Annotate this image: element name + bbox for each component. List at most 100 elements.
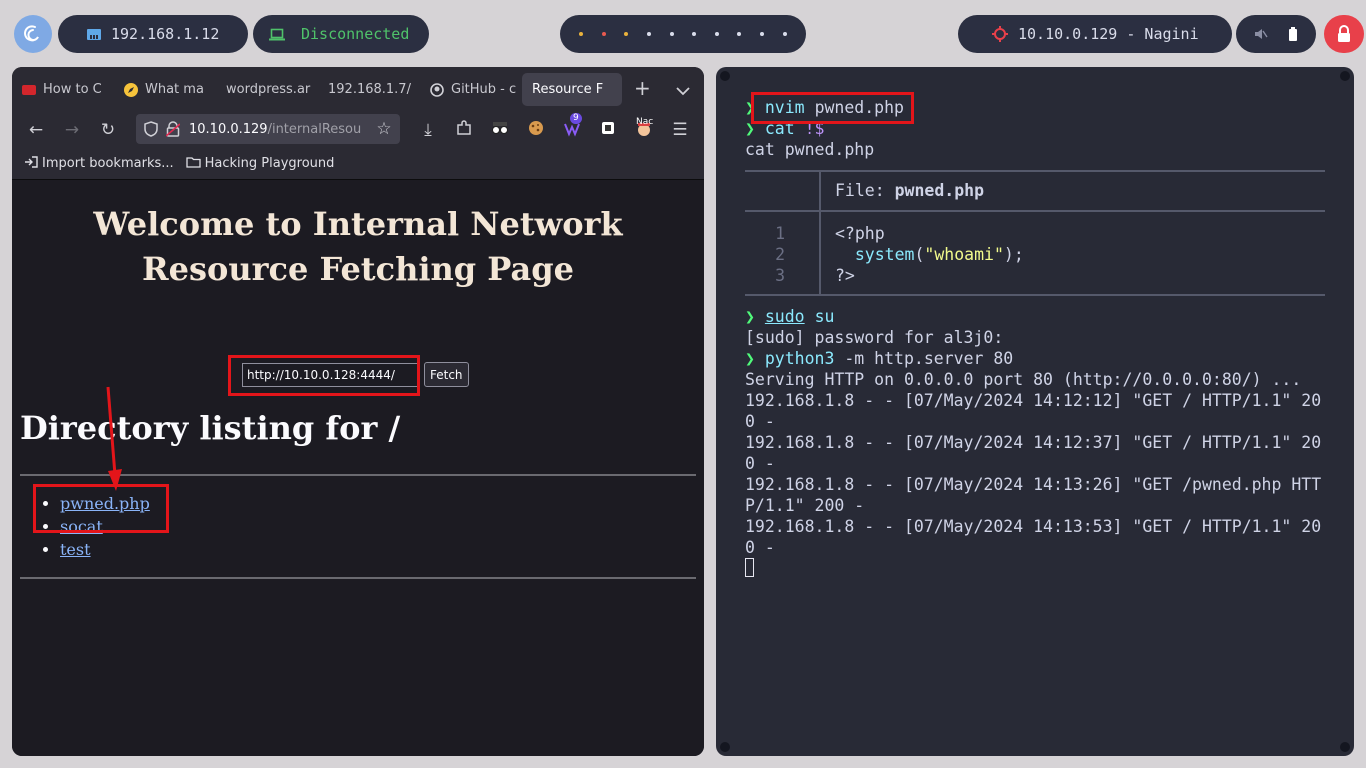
line-number: 3: [775, 266, 785, 285]
battery-icon[interactable]: [1288, 27, 1298, 41]
command-args: su: [814, 307, 835, 326]
downloads-icon[interactable]: ⤓: [418, 120, 438, 140]
code-line: ?>: [835, 266, 855, 285]
terminal-output-line: 192.168.1.8 - - [07/May/2024 14:13:26] "…: [745, 475, 1322, 494]
directory-heading: Directory listing for /: [20, 409, 401, 447]
reload-icon[interactable]: ↻: [98, 120, 118, 140]
bookmark-hacking-playground[interactable]: Hacking Playground: [185, 156, 335, 172]
command-args: -m http.server 80: [844, 349, 1014, 368]
tab-github[interactable]: GitHub - c: [430, 73, 522, 106]
file-link-test[interactable]: test: [60, 540, 91, 559]
terminal-output-line: 0 -: [745, 454, 775, 473]
terminal-command-line: ❯ nvim pwned.php: [745, 97, 904, 118]
code-line: system("whoami");: [835, 244, 1024, 265]
bookmark-import[interactable]: Import bookmarks...: [24, 155, 174, 172]
system-tray[interactable]: [1236, 15, 1316, 53]
workspace-dot[interactable]: [669, 32, 674, 36]
tab-label: Resource F: [532, 82, 604, 97]
prompt-symbol: ❯: [745, 119, 755, 138]
command-name: python3: [764, 349, 835, 368]
tab-label: 192.168.1.7/: [328, 82, 411, 97]
fetch-button[interactable]: Fetch: [424, 362, 469, 387]
url-input[interactable]: [242, 362, 418, 387]
import-icon: [24, 155, 38, 172]
workspace-dot[interactable]: [601, 32, 606, 36]
wappalyzer-icon[interactable]: 9: [562, 113, 582, 143]
url-host: 10.10.0.129: [189, 121, 268, 137]
menu-hamburger-icon[interactable]: ☰: [670, 120, 690, 140]
spy-extension-icon[interactable]: [490, 120, 510, 140]
bookmark-label: Hacking Playground: [204, 156, 335, 171]
terminal-command-line: ❯ cat !$: [745, 118, 825, 139]
workspace-dot[interactable]: [782, 32, 787, 36]
tab-label: GitHub - c: [451, 82, 517, 97]
extension-label: Nac: [636, 117, 654, 127]
distro-logo[interactable]: [14, 15, 52, 53]
insecure-lock-icon[interactable]: [166, 121, 180, 137]
line-number: 1: [775, 224, 785, 243]
terminal-output-line: Serving HTTP on 0.0.0.0 port 80 (http://…: [745, 370, 1302, 389]
target-widget[interactable]: 10.10.0.129 - Nagini: [958, 15, 1232, 53]
mute-icon[interactable]: [1254, 27, 1268, 41]
workspace-dot[interactable]: [647, 32, 652, 36]
bat-table-border: [745, 170, 1325, 172]
lock-button[interactable]: [1324, 15, 1364, 53]
file-list: pwned.php socat test: [20, 492, 150, 561]
cards-extension-icon[interactable]: [598, 120, 618, 141]
avatar-extension-icon[interactable]: Nac: [634, 117, 654, 141]
command-name: sudo: [764, 307, 805, 326]
workspace-indicator[interactable]: [560, 15, 806, 53]
debian-swirl-icon: [22, 23, 44, 45]
code-function: system: [854, 245, 915, 264]
list-item: pwned.php: [60, 492, 150, 515]
terminal-output-line: 192.168.1.8 - - [07/May/2024 14:12:12] "…: [745, 391, 1322, 410]
bat-table-border: [745, 294, 1325, 296]
local-ip-text: 192.168.1.12: [111, 25, 220, 43]
browser-window: How to C What ma wordpress.ar 192.168.1.…: [12, 67, 704, 756]
workspace-dot[interactable]: [714, 32, 719, 36]
cookie-icon[interactable]: [526, 120, 546, 141]
fetch-form: Fetch: [242, 362, 469, 387]
extensions-puzzle-icon[interactable]: [454, 120, 474, 141]
github-icon: [430, 82, 444, 97]
workspace-dot[interactable]: [579, 32, 584, 36]
command-name: nvim: [764, 98, 805, 117]
workspace-dot[interactable]: [760, 32, 765, 36]
workspace-dot[interactable]: [737, 32, 742, 36]
code-paren: );: [1003, 245, 1024, 264]
tab-list-chevron-icon[interactable]: [676, 81, 690, 100]
vpn-status-widget[interactable]: Disconnected: [253, 15, 429, 53]
workspace-dot[interactable]: [692, 32, 697, 36]
window-corner: [720, 71, 730, 81]
prompt-symbol: ❯: [745, 349, 755, 368]
divider: [20, 577, 696, 579]
tab-resource-active[interactable]: Resource F: [522, 73, 622, 106]
new-tab-button[interactable]: +: [634, 76, 651, 100]
url-path: /internalResou: [267, 121, 362, 137]
tab-192-168-1-7[interactable]: 192.168.1.7/: [328, 73, 420, 106]
address-bar[interactable]: 10.10.0.129/internalResou: [136, 114, 400, 144]
command-name: cat: [764, 119, 795, 138]
local-ip-widget[interactable]: 192.168.1.12: [58, 15, 248, 53]
tab-how-to[interactable]: How to C: [22, 73, 114, 106]
file-header-name: pwned.php: [894, 181, 985, 200]
terminal-output-line: P/1.1" 200 -: [745, 496, 865, 515]
laptop-icon: [269, 28, 285, 41]
file-link-pwned-php[interactable]: pwned.php: [60, 494, 150, 513]
workspace-dot[interactable]: [624, 32, 629, 36]
tab-what-ma[interactable]: What ma: [124, 73, 216, 106]
file-link-socat[interactable]: socat: [60, 517, 103, 536]
tab-bar: How to C What ma wordpress.ar 192.168.1.…: [12, 67, 704, 112]
bookmark-star-icon[interactable]: ☆: [374, 119, 394, 139]
terminal-output-line: 0 -: [745, 538, 775, 557]
list-item: test: [60, 538, 150, 561]
terminal-window[interactable]: ❯ nvim pwned.php ❯ cat !$ cat pwned.php …: [716, 67, 1354, 756]
back-arrow-icon[interactable]: ←: [26, 120, 46, 140]
shield-icon[interactable]: [144, 121, 158, 137]
file-header-label: File:: [835, 181, 885, 200]
forward-arrow-icon[interactable]: →: [62, 120, 82, 140]
extension-badge: 9: [570, 113, 582, 124]
command-args: !$: [804, 119, 825, 138]
tab-wordpress[interactable]: wordpress.ar: [226, 73, 318, 106]
bat-table-border: [745, 210, 1325, 212]
